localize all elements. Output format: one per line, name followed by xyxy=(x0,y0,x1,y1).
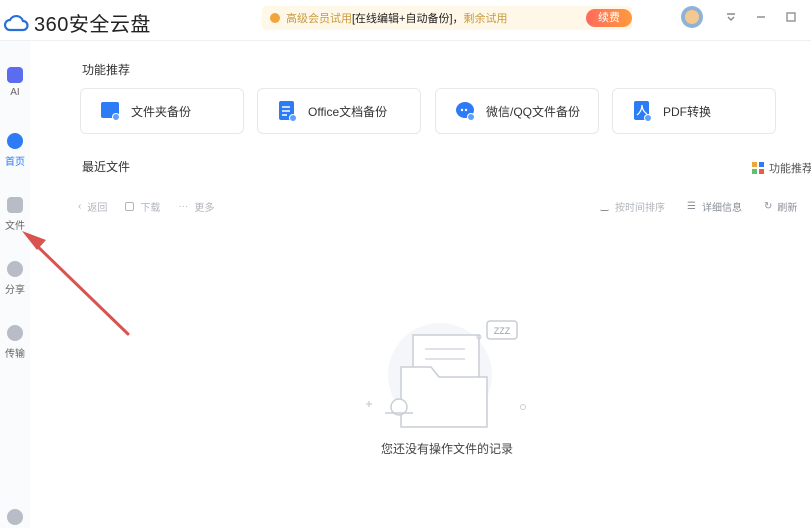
sort-icon xyxy=(600,202,609,211)
details-label: 详细信息 xyxy=(701,203,742,214)
refresh-icon: ↻ xyxy=(763,201,773,212)
file-toolbar-right: 按时间排序 ☰ 详细信息 ↻ 刷新 xyxy=(600,199,797,214)
sidebar-item-label: 首页 xyxy=(5,157,25,168)
features-title: 功能推荐 xyxy=(82,63,131,77)
sidebar-item-label: 分享 xyxy=(5,285,25,296)
more-button[interactable]: ··· 更多 xyxy=(178,199,214,214)
download-button[interactable]: 下载 xyxy=(125,199,160,214)
avatar[interactable] xyxy=(681,6,703,28)
sidebar-item-transfer[interactable]: 传输 xyxy=(0,325,30,360)
app-title: 360安全云盘 xyxy=(34,14,151,36)
details-button[interactable]: ☰ 详细信息 xyxy=(687,199,742,214)
sort-label: 按时间排序 xyxy=(615,203,665,214)
back-button[interactable]: ‹ 返回 xyxy=(78,199,107,214)
title-bar: 360安全云盘 高级会员试用[在线编辑+自动备份]，剩余试用 续费 xyxy=(0,0,811,41)
file-toolbar-left: ‹ 返回 下载 ··· 更多 xyxy=(78,199,232,214)
list-icon: ☰ xyxy=(687,201,696,212)
feature-recommend-link[interactable]: 功能推荐 xyxy=(752,160,811,176)
cloud-logo-icon xyxy=(4,14,29,31)
grid-icon xyxy=(752,162,764,174)
card-label: PDF转换 xyxy=(663,104,712,119)
sidebar-item-label: 文件 xyxy=(5,221,25,232)
card-label: Office文档备份 xyxy=(308,104,388,119)
feature-recommend-label: 功能推荐 xyxy=(769,163,811,175)
minimize-icon[interactable] xyxy=(751,7,771,27)
more-icon: ··· xyxy=(178,201,189,212)
share-icon xyxy=(7,261,23,277)
refresh-label: 刷新 xyxy=(777,203,798,214)
sidebar-item-share[interactable]: 分享 xyxy=(0,261,30,296)
recent-files-title: 最近文件 xyxy=(82,160,131,174)
back-label: 返回 xyxy=(87,203,108,214)
home-icon xyxy=(7,133,23,149)
card-label: 文件夹备份 xyxy=(131,104,192,119)
sort-button[interactable]: 按时间排序 xyxy=(600,199,665,214)
wechat-qq-backup-card[interactable]: 微信/QQ文件备份 xyxy=(435,88,599,134)
transfer-icon xyxy=(7,325,23,341)
more-label: 更多 xyxy=(194,203,215,214)
office-backup-card[interactable]: Office文档备份 xyxy=(257,88,421,134)
promo-text: 高级会员试用[在线编辑+自动备份]，剩余试用 xyxy=(286,13,508,25)
download-icon xyxy=(125,202,135,211)
sidebar-item-home[interactable]: 首页 xyxy=(0,133,30,168)
sidebar-item-files[interactable]: 文件 xyxy=(0,197,30,232)
folder-backup-card[interactable]: 文件夹备份 xyxy=(80,88,244,134)
sidebar-item-settings[interactable] xyxy=(0,509,30,529)
ai-icon xyxy=(7,67,23,83)
folder-backup-icon xyxy=(101,102,120,121)
promo-dot-icon xyxy=(270,13,280,23)
maximize-icon[interactable] xyxy=(781,7,801,27)
empty-folder-illustration: ZZZ xyxy=(366,320,526,428)
empty-state-message: 您还没有操作文件的记录 xyxy=(381,442,514,456)
renew-button[interactable]: 续费 xyxy=(586,9,632,27)
app-logo: 360安全云盘 xyxy=(4,8,151,37)
folder-icon xyxy=(7,197,23,213)
chat-icon xyxy=(456,102,475,121)
promo-banner[interactable]: 高级会员试用[在线编辑+自动备份]，剩余试用 续费 xyxy=(262,6,632,30)
menu-icon[interactable] xyxy=(721,7,741,27)
zzz-text: ZZZ xyxy=(494,326,511,336)
document-icon xyxy=(279,101,297,122)
pdf-icon xyxy=(634,101,652,122)
sidebar-item-ai[interactable]: AI xyxy=(0,67,30,98)
download-label: 下载 xyxy=(140,203,161,214)
card-label: 微信/QQ文件备份 xyxy=(486,104,581,119)
sidebar: AI 首页 文件 分享 传输 xyxy=(0,41,30,528)
refresh-button[interactable]: ↻ 刷新 xyxy=(764,199,797,214)
sidebar-item-label: AI xyxy=(10,87,20,98)
badge-icon xyxy=(7,509,23,525)
pdf-convert-card[interactable]: PDF转换 xyxy=(612,88,776,134)
sidebar-item-label: 传输 xyxy=(5,349,25,360)
window-controls xyxy=(681,6,811,28)
chevron-left-icon: ‹ xyxy=(78,201,82,212)
